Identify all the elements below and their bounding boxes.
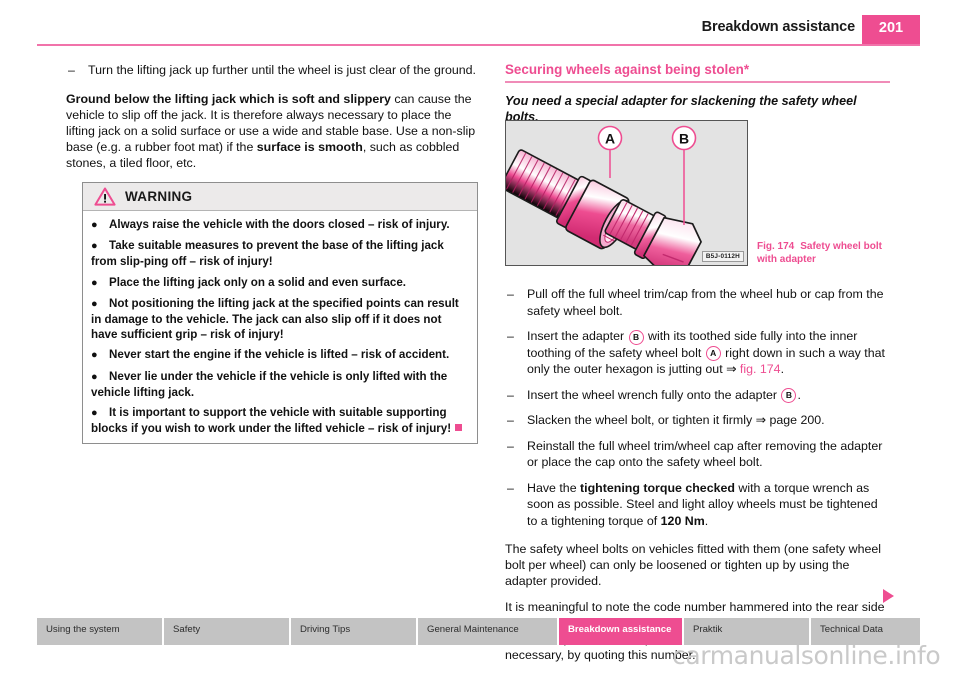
body-paragraph: Ground below the lifting jack which is s… — [66, 91, 481, 172]
footer-tab-general-maintenance[interactable]: General Maintenance — [418, 618, 559, 645]
callout-badge-a: A — [705, 346, 721, 361]
warning-item-text: Never lie under the vehicle if the vehic… — [91, 369, 448, 399]
warning-item-text: Take suitable measures to prevent the ba… — [91, 239, 444, 269]
instruction-item: – Have the tightening torque checked with… — [505, 480, 890, 530]
instruction-text: Have the — [527, 480, 581, 495]
callout-badge-b: B — [781, 388, 797, 403]
svg-text:B: B — [679, 131, 689, 147]
warning-item-text: Place the lifting jack only on a solid a… — [109, 275, 407, 289]
footer-tab-safety[interactable]: Safety — [164, 618, 291, 645]
warning-item: ● Take suitable measures to prevent the b… — [91, 238, 469, 269]
instruction-item: – Turn the lifting jack up further until… — [66, 62, 481, 79]
instruction-text: Turn the lifting jack up further until t… — [88, 63, 476, 77]
end-marker-icon — [455, 424, 463, 432]
warning-title: WARNING — [125, 189, 193, 204]
dash-marker: – — [507, 438, 514, 453]
instruction-item: – Insert the wheel wrench fully onto the … — [505, 387, 890, 403]
bullet-icon: ● — [91, 297, 98, 310]
left-column: – Turn the lifting jack up further until… — [66, 62, 481, 181]
dash-marker: – — [507, 480, 514, 495]
page-title: Breakdown assistance — [701, 19, 856, 35]
bullet-icon: ● — [91, 407, 98, 420]
cross-reference-arrow-icon: ⇒ — [726, 362, 737, 376]
dash-marker: – — [507, 413, 514, 427]
figure-number: Fig. 174 — [757, 241, 795, 252]
footer-tab-driving-tips[interactable]: Driving Tips — [291, 618, 418, 645]
instruction-text: . — [704, 513, 709, 528]
warning-item-text: Never start the engine if the vehicle is… — [109, 348, 450, 362]
warning-item-text: Always raise the vehicle with the doors … — [109, 218, 450, 231]
svg-text:A: A — [605, 131, 615, 147]
body-paragraph: The safety wheel bolts on vehicles fitte… — [505, 542, 882, 589]
footer-tab-using-the-system[interactable]: Using the system — [37, 618, 164, 645]
section-divider — [505, 81, 890, 83]
warning-triangle-icon — [94, 187, 116, 206]
bullet-icon: ● — [91, 219, 98, 231]
warning-body: ● Always raise the vehicle with the doors… — [83, 211, 477, 443]
section-title: Securing wheels against being stolen* — [505, 62, 750, 77]
figure-code: B5J-0112H — [701, 251, 744, 262]
instruction-text: page 200. — [766, 413, 825, 427]
warning-item: ● Place the lifting jack only on a solid … — [91, 275, 469, 291]
next-page-arrow-icon — [883, 589, 894, 603]
instruction-text: Insert the wheel wrench fully onto the a… — [527, 387, 781, 402]
bullet-icon: ● — [91, 349, 98, 362]
watermark: carmanualsonline.info — [672, 641, 941, 670]
figure-image: A B B5J-0112H — [505, 120, 748, 266]
instruction-text: Insert the adapter — [527, 329, 628, 343]
warning-item-text: It is important to support the vehicle w… — [91, 406, 452, 436]
dash-marker: – — [507, 387, 514, 402]
instruction-item: – Insert the adapter B with its toothed s… — [505, 328, 890, 378]
instruction-text: Slacken the wheel bolt, or tighten it fi… — [527, 413, 756, 427]
footer-tab-breakdown-assistance[interactable]: Breakdown assistance — [559, 618, 684, 645]
warning-item: ● Never lie under the vehicle if the vehi… — [91, 369, 469, 400]
warning-item: ● Not positioning the lifting jack at the… — [91, 296, 469, 343]
paragraph-bold-mid: surface is smooth — [256, 140, 363, 155]
bullet-icon: ● — [91, 240, 98, 253]
page-number: 201 — [878, 20, 904, 36]
instruction-text: . — [780, 362, 785, 376]
bullet-icon: ● — [91, 276, 98, 289]
right-column-body: – Pull off the full wheel trim/cap from … — [505, 286, 890, 672]
warning-header: WARNING — [83, 183, 477, 211]
torque-value: 120 Nm — [660, 513, 705, 528]
instruction-item: – Slacken the wheel bolt, or tighten it f… — [505, 412, 890, 429]
header-divider — [37, 44, 920, 46]
instruction-text: . — [797, 387, 801, 402]
paragraph-bold-lead: Ground below the lifting jack which is s… — [66, 91, 391, 106]
instruction-item: – Pull off the full wheel trim/cap from … — [505, 286, 890, 319]
warning-item-text: Not positioning the lifting jack at the … — [91, 296, 459, 342]
page-header: Breakdown assistance 201 — [0, 0, 960, 50]
cross-reference-arrow-icon: ⇒ — [755, 413, 767, 427]
callout-badge-b: B — [628, 329, 644, 345]
dash-marker: – — [68, 63, 75, 77]
warning-box: WARNING ● Always raise the vehicle with t… — [82, 182, 478, 445]
instruction-item: – Reinstall the full wheel trim/wheel ca… — [505, 438, 890, 471]
figure-container: A B B5J-0112H Fig. 174 Safety wheel bolt … — [505, 120, 890, 268]
warning-item: ● Never start the engine if the vehicle i… — [91, 347, 469, 363]
cross-reference-link[interactable]: fig. 174 — [736, 362, 781, 376]
dash-marker: – — [507, 287, 514, 301]
warning-item: ● Always raise the vehicle with the doors… — [91, 217, 469, 233]
figure-caption: Fig. 174 Safety wheel bolt with adapter — [757, 240, 887, 266]
safety-wheel-bolt-illustration: A B — [506, 125, 702, 265]
instruction-bold-term: tightening torque checked — [580, 480, 735, 495]
instruction-text: Pull off the full wheel trim/cap from th… — [527, 287, 884, 318]
bullet-icon: ● — [91, 370, 98, 383]
dash-marker: – — [507, 329, 514, 343]
instruction-text: Reinstall the full wheel trim/wheel cap … — [527, 438, 883, 470]
warning-item: ● It is important to support the vehicle … — [91, 405, 469, 436]
